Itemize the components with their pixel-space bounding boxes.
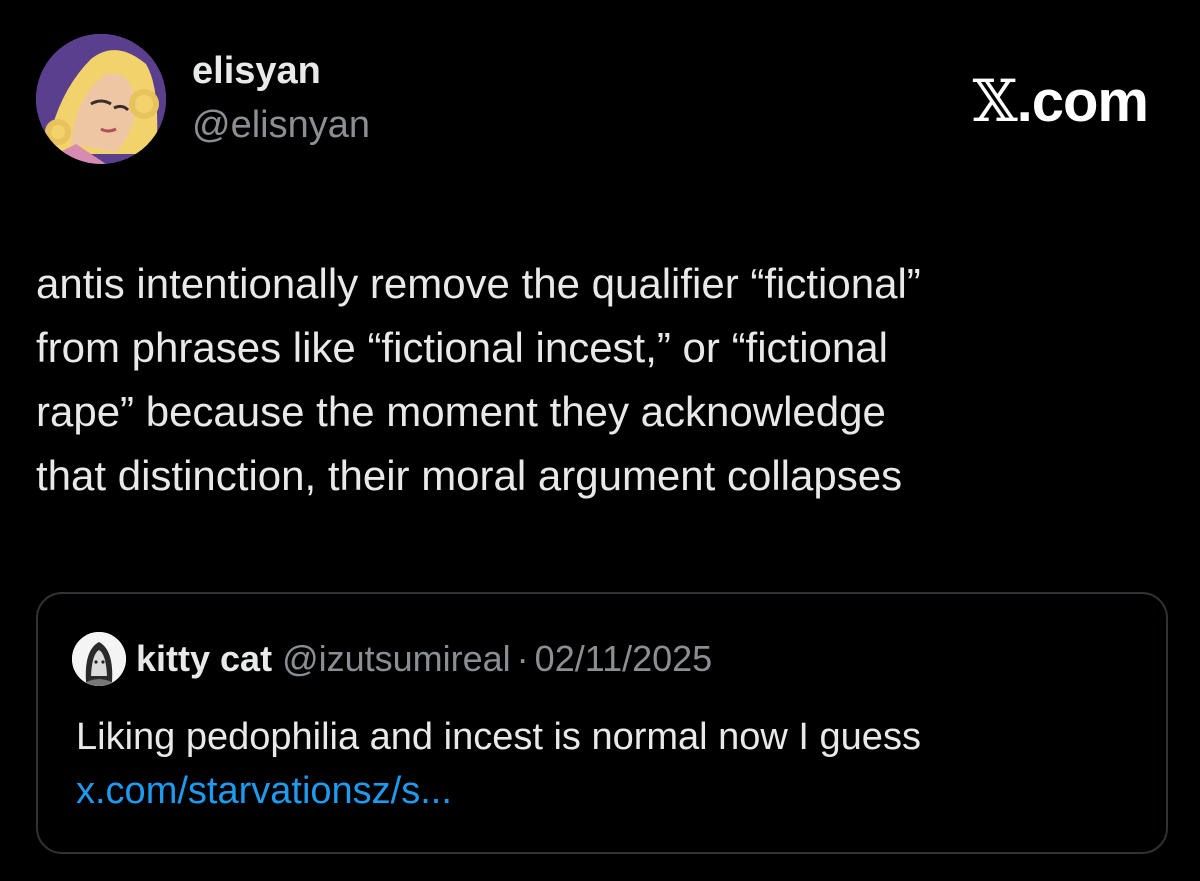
x-logo-icon: 𝕏 bbox=[972, 67, 1018, 135]
quoted-post-header: kitty cat @izutsumireal · 02/11/2025 bbox=[72, 632, 713, 686]
author-avatar[interactable] bbox=[36, 34, 166, 164]
separator-dot: · bbox=[516, 638, 529, 679]
quoted-post-date[interactable]: 02/11/2025 bbox=[535, 638, 713, 680]
sketch-character-avatar-icon bbox=[72, 632, 126, 686]
quoted-post-link[interactable]: x.com/starvationsz/s... bbox=[76, 766, 452, 816]
anime-character-avatar-icon bbox=[36, 34, 166, 164]
author-handle[interactable]: @elisnyan bbox=[192, 106, 370, 144]
post-header: elisyan @elisnyan 𝕏.com bbox=[36, 34, 1166, 169]
author-name[interactable]: elisyan bbox=[192, 52, 321, 90]
quoted-author-name[interactable]: kitty cat bbox=[136, 638, 272, 680]
brand-domain: .com bbox=[1016, 69, 1149, 134]
quoted-post-card[interactable]: kitty cat @izutsumireal · 02/11/2025 Lik… bbox=[36, 592, 1168, 854]
quoted-author-handle[interactable]: @izutsumireal bbox=[282, 638, 511, 680]
quoted-author-avatar[interactable] bbox=[72, 632, 126, 686]
post-card: elisyan @elisnyan 𝕏.com antis intentiona… bbox=[0, 0, 1200, 881]
x-com-logo: 𝕏.com bbox=[973, 69, 1149, 134]
quoted-post-text: Liking pedophilia and incest is normal n… bbox=[76, 716, 921, 758]
post-text: antis intentionally remove the qualifier… bbox=[36, 260, 921, 499]
